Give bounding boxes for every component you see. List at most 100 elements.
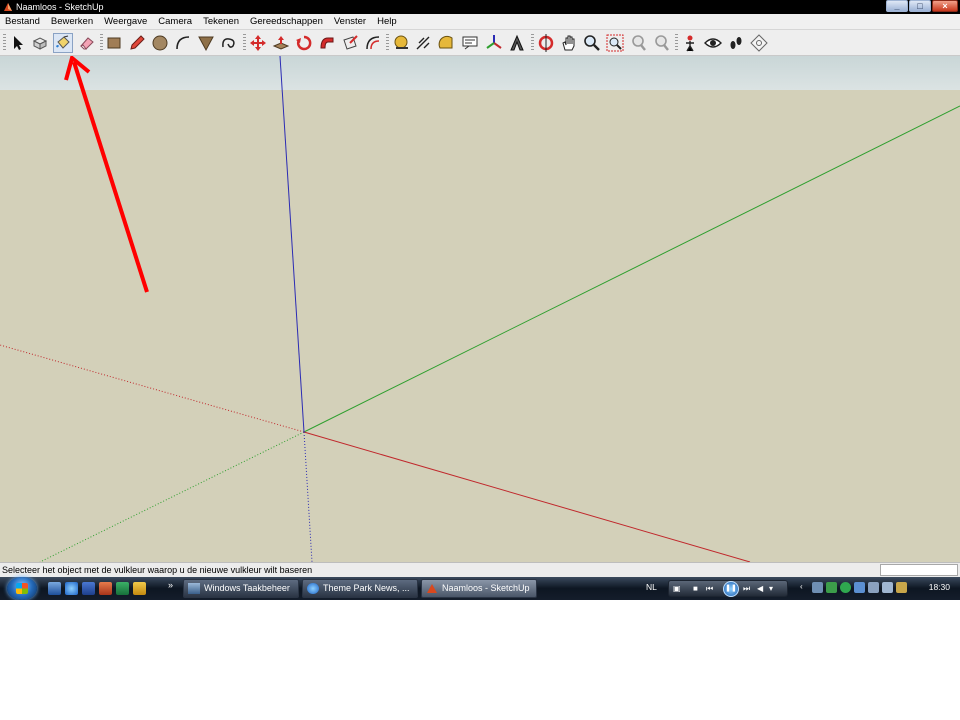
quicklaunch-overflow[interactable]: » (168, 580, 173, 590)
zoom-icon[interactable] (582, 33, 602, 53)
speaker-icon[interactable] (882, 582, 893, 593)
rectangle-icon[interactable] (104, 33, 124, 53)
green-axis-dotted (39, 431, 305, 562)
menu-tekenen[interactable]: Tekenen (203, 14, 239, 29)
scale-icon[interactable] (340, 33, 360, 53)
pause-icon[interactable]: ❚❚ (723, 581, 739, 597)
volume-icon[interactable]: ◀ (757, 583, 763, 595)
connection-icon[interactable] (868, 582, 879, 593)
word-icon[interactable] (82, 582, 95, 595)
window-title: Naamloos - SketchUp (16, 2, 104, 12)
toolbar-grip (100, 34, 103, 52)
close-button[interactable]: × (932, 0, 958, 12)
previous-view-icon[interactable] (628, 33, 648, 53)
media-info-icon[interactable]: ▣ (673, 583, 681, 595)
blue-axis-dotted (303, 431, 313, 562)
arc-icon[interactable] (173, 33, 193, 53)
task-naamloos-sketchup[interactable]: Naamloos - SketchUp (421, 579, 537, 598)
dimension-icon[interactable] (414, 33, 434, 53)
tape-measure-icon[interactable] (391, 33, 411, 53)
internet-explorer-icon[interactable] (65, 582, 78, 595)
next-icon[interactable]: ⏭ (743, 583, 750, 595)
sketchup-app-icon (4, 3, 12, 11)
outlook-icon[interactable] (133, 582, 146, 595)
menu-help[interactable]: Help (377, 14, 397, 29)
power-icon[interactable] (896, 582, 907, 593)
maximize-button[interactable]: □ (909, 0, 931, 12)
chevron-down-icon[interactable]: ▾ (769, 583, 773, 595)
menu-venster[interactable]: Venster (334, 14, 366, 29)
update-icon[interactable] (840, 582, 851, 593)
green-axis-solid (303, 105, 960, 433)
menu-bewerken[interactable]: Bewerken (51, 14, 93, 29)
start-button[interactable] (7, 577, 37, 600)
toolbar-grip (386, 34, 389, 52)
menu-camera[interactable]: Camera (158, 14, 192, 29)
pan-icon[interactable] (559, 33, 579, 53)
task-label: Naamloos - SketchUp (442, 583, 530, 593)
media-player-toolbar: ▣ ■ ⏮ ❚❚ ⏭ ◀ ▾ (668, 580, 788, 597)
freehand-icon[interactable] (219, 33, 239, 53)
next-view-icon[interactable] (651, 33, 671, 53)
offset-icon[interactable] (363, 33, 383, 53)
select-arrow-icon[interactable] (8, 33, 28, 53)
sketchup-app-icon (426, 583, 438, 594)
paint-bucket-icon[interactable] (53, 33, 73, 53)
sketchup-window: Naamloos - SketchUp _ □ × Bestand Bewerk… (0, 0, 960, 600)
device-icon[interactable] (854, 582, 865, 593)
drawing-viewport[interactable] (0, 56, 960, 562)
red-axis-solid (303, 431, 751, 562)
excel-icon[interactable] (116, 582, 129, 595)
move-icon[interactable] (248, 33, 268, 53)
clock[interactable]: 18:30 (929, 582, 950, 592)
main-toolbar (0, 30, 960, 56)
title-bar: Naamloos - SketchUp _ □ × (0, 0, 960, 14)
chevron-left-icon[interactable]: ‹ (800, 581, 803, 593)
follow-me-icon[interactable] (317, 33, 337, 53)
walk-icon[interactable] (726, 33, 746, 53)
orbit-icon[interactable] (536, 33, 556, 53)
task-label: Theme Park News, ... (323, 583, 410, 593)
circle-icon[interactable] (150, 33, 170, 53)
axes-icon[interactable] (484, 33, 504, 53)
previous-icon[interactable]: ⏮ (706, 583, 713, 595)
rotate-icon[interactable] (294, 33, 314, 53)
look-around-icon[interactable] (703, 33, 723, 53)
task-theme-park-news[interactable]: Theme Park News, ... (302, 579, 418, 598)
polygon-icon[interactable] (196, 33, 216, 53)
internet-explorer-icon (307, 583, 319, 594)
network-icon[interactable] (812, 582, 823, 593)
eraser-icon[interactable] (77, 33, 97, 53)
red-annotation-arrow (64, 56, 149, 293)
measurements-box[interactable] (880, 564, 958, 576)
axes-scene (0, 56, 960, 562)
show-desktop-icon[interactable] (48, 582, 61, 595)
language-indicator[interactable]: NL (646, 582, 657, 592)
toolbar-grip (531, 34, 534, 52)
position-camera-icon[interactable] (680, 33, 700, 53)
red-axis-dotted (0, 344, 305, 433)
pencil-icon[interactable] (127, 33, 147, 53)
menu-bestand[interactable]: Bestand (5, 14, 40, 29)
zoom-window-icon[interactable] (605, 33, 625, 53)
make-component-icon[interactable] (30, 33, 50, 53)
toolbar-grip (675, 34, 678, 52)
powerpoint-icon[interactable] (99, 582, 112, 595)
task-windows-taakbeheer[interactable]: Windows Taakbeheer (183, 579, 299, 598)
protractor-icon[interactable] (437, 33, 457, 53)
security-icon[interactable] (826, 582, 837, 593)
text-icon[interactable] (460, 33, 480, 53)
menu-gereedschappen[interactable]: Gereedschappen (250, 14, 323, 29)
minimize-button[interactable]: _ (886, 0, 908, 12)
stop-icon[interactable]: ■ (693, 583, 698, 595)
3d-text-icon[interactable] (507, 33, 527, 53)
menu-weergave[interactable]: Weergave (104, 14, 147, 29)
toolbar-grip[interactable] (3, 34, 6, 52)
task-label: Windows Taakbeheer (204, 583, 290, 593)
menu-bar: Bestand Bewerken Weergave Camera Tekenen… (0, 14, 960, 30)
window-controls: _ □ × (886, 0, 958, 13)
section-plane-icon[interactable] (749, 33, 769, 53)
status-bar: Selecteer het object met de vulkleur waa… (0, 562, 960, 577)
blue-axis-solid (279, 56, 305, 433)
push-pull-icon[interactable] (271, 33, 291, 53)
